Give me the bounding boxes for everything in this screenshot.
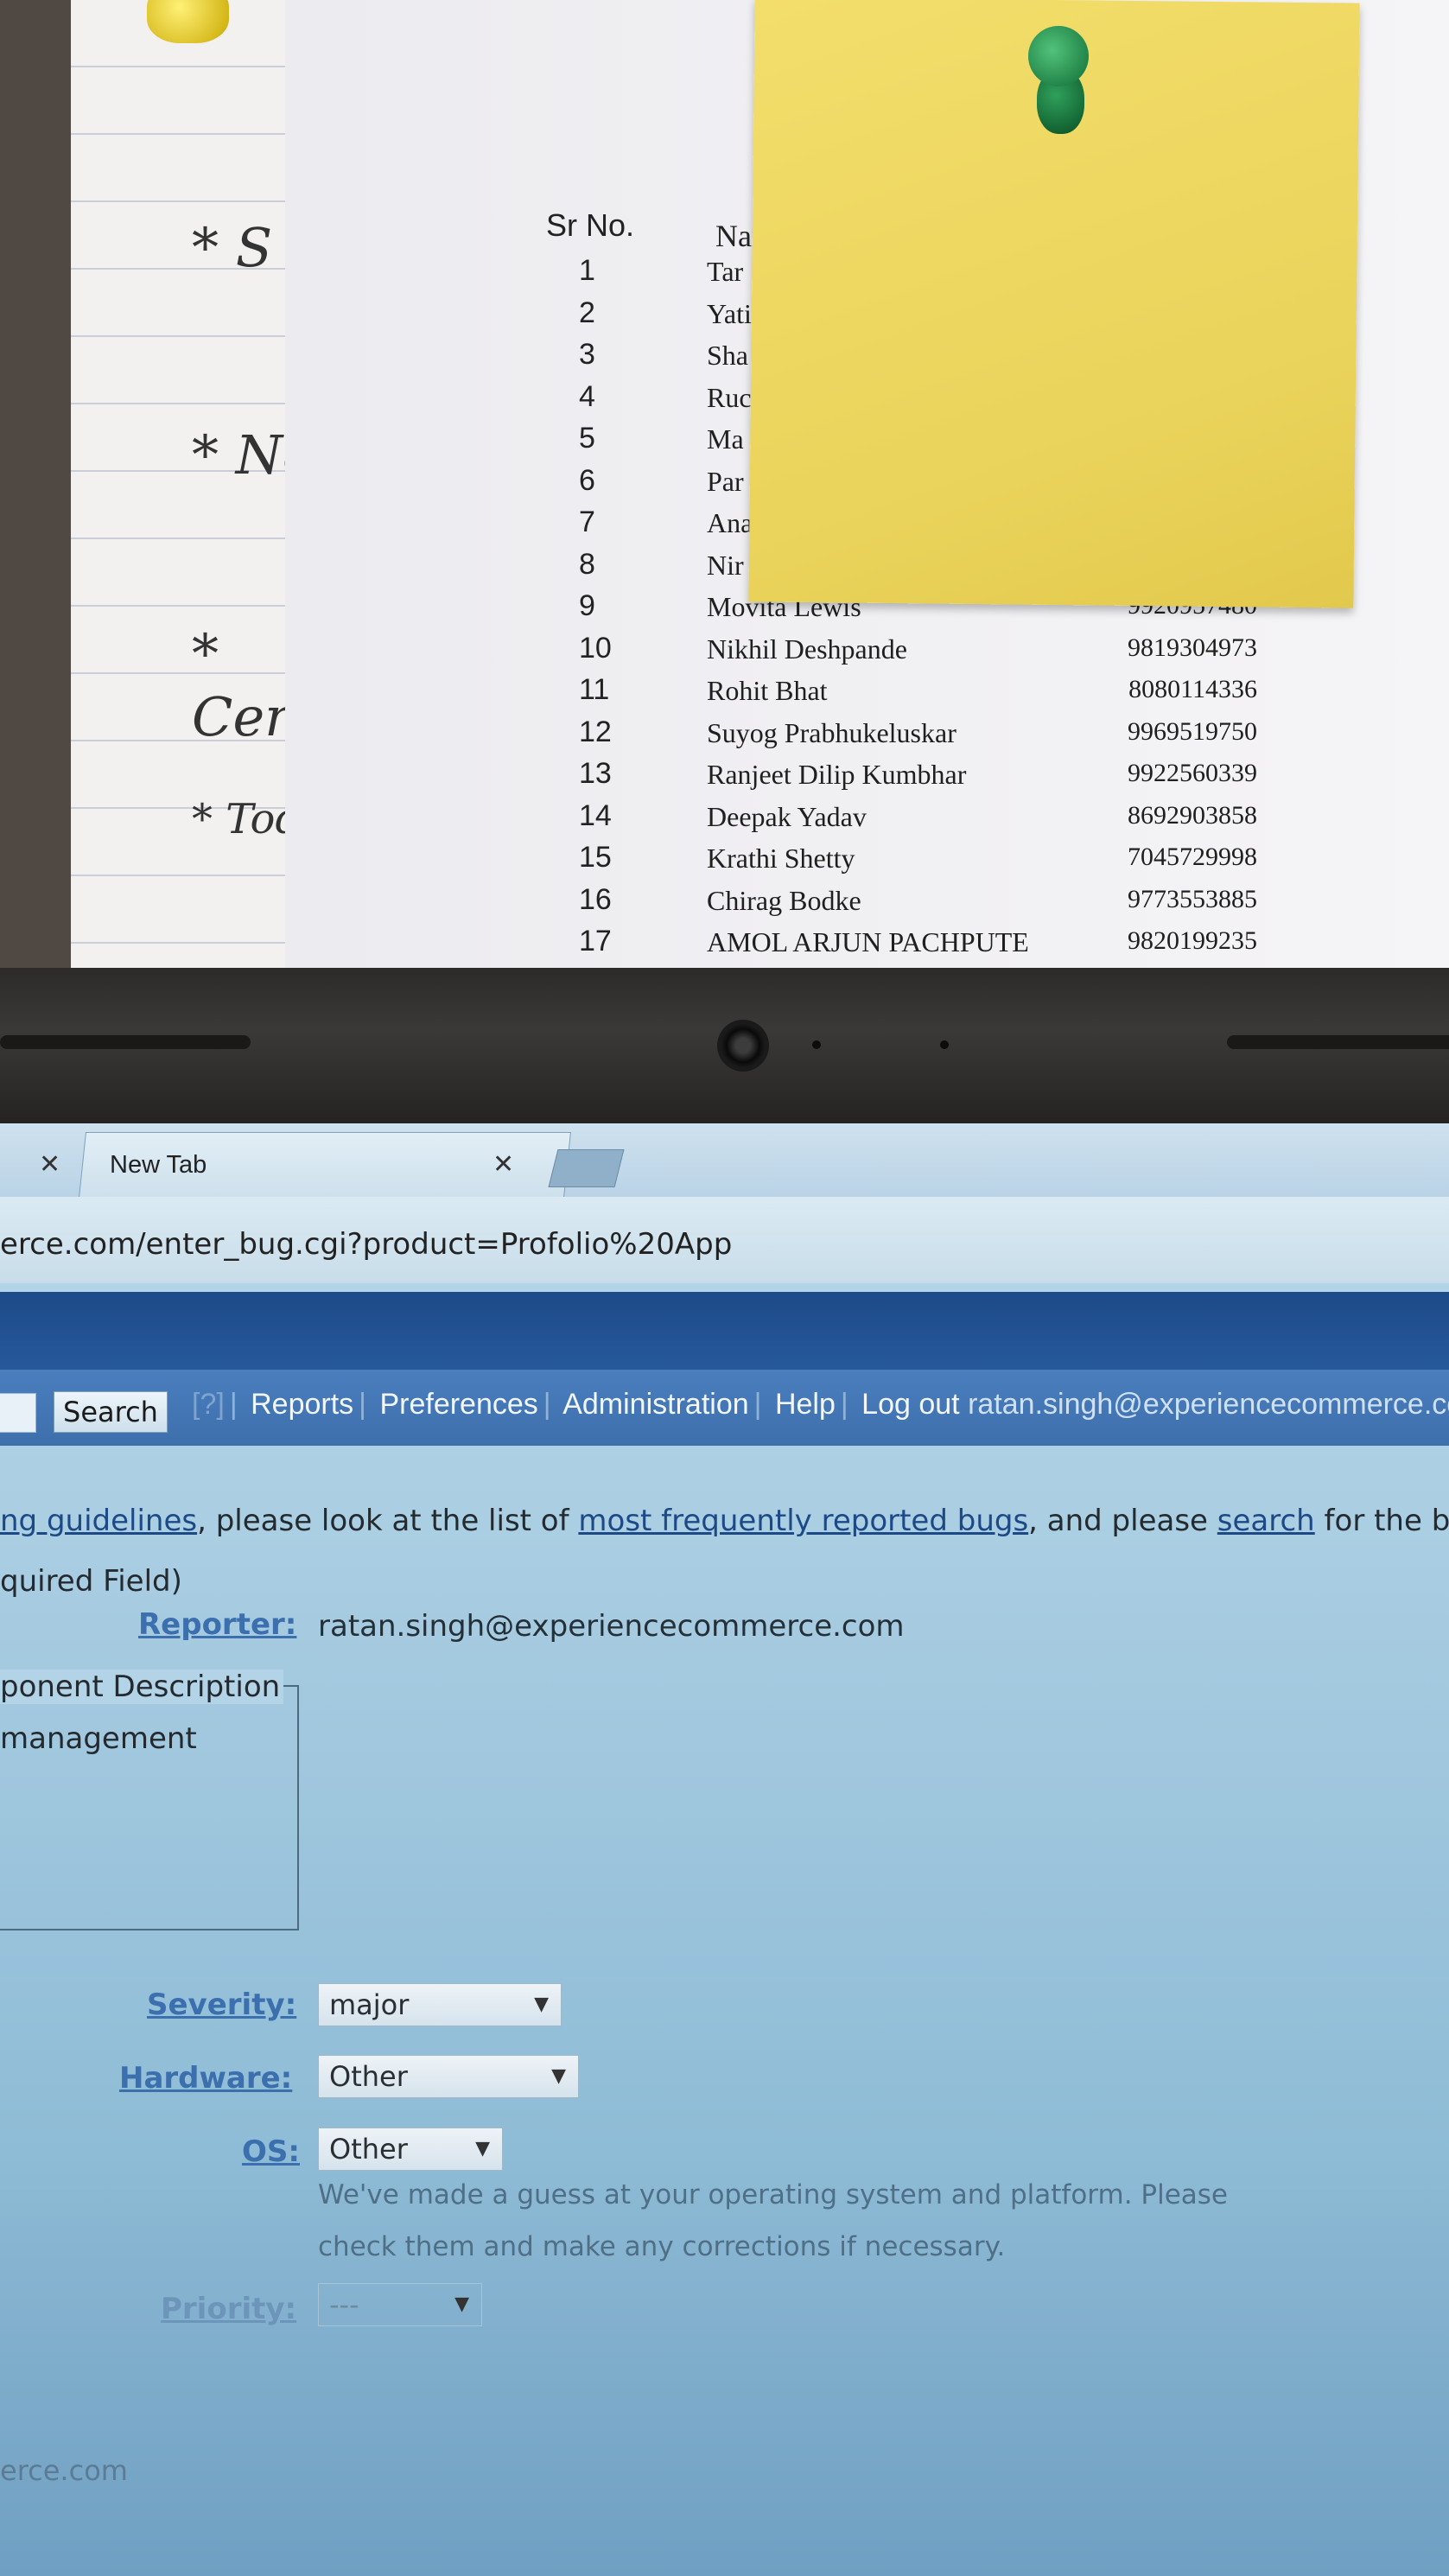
webcam-icon bbox=[717, 1020, 769, 1072]
hardware-label[interactable]: Hardware: bbox=[119, 2061, 292, 2096]
priority-label[interactable]: Priority: bbox=[161, 2292, 296, 2326]
tab-title: New Tab bbox=[110, 1151, 207, 1179]
sr-number-cell: 4 bbox=[579, 379, 595, 413]
severity-select[interactable]: major ▼ bbox=[318, 1983, 562, 2026]
green-pushpin-top bbox=[1028, 26, 1089, 86]
os-label[interactable]: OS: bbox=[242, 2134, 300, 2169]
new-tab-button[interactable] bbox=[548, 1149, 625, 1187]
phone-cell: 9969519750 bbox=[1128, 716, 1257, 746]
dropdown-arrow-icon: ▼ bbox=[534, 1994, 549, 2015]
component-description-text: management bbox=[0, 1721, 197, 1756]
component-description-legend: ponent Description bbox=[0, 1670, 284, 1704]
sr-number-cell: 16 bbox=[579, 882, 612, 916]
nav-administration[interactable]: Administration bbox=[562, 1388, 748, 1421]
close-tab-icon[interactable]: ✕ bbox=[493, 1149, 514, 1180]
name-cell: Deepak Yadav bbox=[707, 800, 867, 832]
camera-led-dot bbox=[940, 1040, 949, 1049]
phone-cell: 9922560339 bbox=[1128, 759, 1257, 787]
hardware-select[interactable]: Other ▼ bbox=[318, 2055, 579, 2098]
sr-number-cell: 9 bbox=[579, 589, 595, 622]
nav-reports[interactable]: Reports bbox=[251, 1388, 353, 1421]
nav-help-question[interactable]: [?] bbox=[192, 1388, 225, 1421]
yellow-pushpin-icon bbox=[147, 0, 229, 43]
sr-number-cell: 17 bbox=[579, 925, 612, 957]
phone-cell: 7045729998 bbox=[1128, 843, 1257, 871]
sr-number-cell: 11 bbox=[579, 673, 610, 706]
sr-number-cell: 14 bbox=[579, 798, 612, 832]
sr-number-cell: 2 bbox=[579, 296, 595, 329]
phone-cell: 9820199235 bbox=[1128, 926, 1257, 955]
notebook-note: * S bbox=[192, 216, 273, 279]
bugzilla-header-banner bbox=[0, 1292, 1449, 1370]
sr-number-cell: 8 bbox=[579, 547, 595, 581]
dropdown-arrow-icon: ▼ bbox=[551, 2065, 566, 2087]
required-field-note: quired Field) bbox=[0, 1564, 182, 1599]
nav-help[interactable]: Help bbox=[775, 1388, 836, 1421]
intro-text: ng guidelines, please look at the list o… bbox=[0, 1504, 1449, 1538]
dropdown-arrow-icon: ▼ bbox=[475, 2138, 490, 2159]
close-tab-icon[interactable]: ✕ bbox=[39, 1149, 60, 1180]
os-guess-note: We've made a guess at your operating sys… bbox=[318, 2179, 1229, 2262]
frequent-bugs-link[interactable]: most frequently reported bugs bbox=[578, 1504, 1028, 1538]
name-cell: Nikhil Deshpande bbox=[707, 633, 907, 665]
bezel-slot-left bbox=[0, 1035, 251, 1049]
nav-user-email: ratan.singh@experiencecommerce.co bbox=[968, 1388, 1449, 1421]
dropdown-arrow-icon: ▼ bbox=[454, 2293, 469, 2315]
sr-number-cell: 3 bbox=[579, 338, 595, 371]
laptop-screen: ✕ New Tab ✕ erce.com/enter_bug.cgi?produ… bbox=[0, 1123, 1449, 2576]
search-button[interactable]: Search bbox=[54, 1391, 168, 1433]
desk-scene: * S * Ne * Cen * Tod Sr No. Nar 12345678… bbox=[0, 0, 1449, 1123]
sr-number-cell: 10 bbox=[579, 631, 612, 665]
sr-no-header: Sr No. bbox=[546, 207, 635, 243]
nav-preferences[interactable]: Preferences bbox=[379, 1388, 537, 1421]
url-text[interactable]: erce.com/enter_bug.cgi?product=Profolio%… bbox=[0, 1227, 732, 1262]
sr-number-column: 123456789101112131415161718 bbox=[579, 254, 612, 1008]
search-link[interactable]: search bbox=[1217, 1504, 1315, 1538]
phone-cell: 8080114336 bbox=[1128, 675, 1257, 703]
sr-number-cell: 6 bbox=[579, 463, 595, 497]
nav-links: [?] | Reports | Preferences | Administratio… bbox=[192, 1388, 1449, 1422]
guidelines-link[interactable]: ng guidelines bbox=[0, 1504, 197, 1538]
nav-logout[interactable]: Log out bbox=[861, 1388, 959, 1421]
bezel-slot-right bbox=[1227, 1035, 1449, 1049]
camera-sensor-dot bbox=[812, 1040, 821, 1049]
name-cell: Krathi Shetty bbox=[707, 843, 855, 874]
phone-cell: 8692903858 bbox=[1128, 800, 1257, 830]
name-cell: AMOL ARJUN PACHPUTE bbox=[707, 926, 1029, 957]
reporter-value: ratan.singh@experiencecommerce.com bbox=[318, 1609, 905, 1644]
phone-cell: 9819304973 bbox=[1128, 633, 1257, 662]
sr-number-cell: 1 bbox=[579, 254, 595, 287]
sr-number-cell: 13 bbox=[579, 757, 612, 790]
sr-number-cell: 12 bbox=[579, 715, 612, 748]
quick-search-input[interactable] bbox=[0, 1393, 36, 1433]
sr-number-cell: 7 bbox=[579, 506, 595, 538]
name-cell: Ranjeet Dilip Kumbhar bbox=[707, 759, 967, 790]
severity-label[interactable]: Severity: bbox=[147, 1988, 296, 2022]
footer-domain: erce.com bbox=[0, 2454, 128, 2487]
sr-number-cell: 5 bbox=[579, 422, 595, 455]
name-cell: Chirag Bodke bbox=[707, 884, 861, 916]
reporter-label[interactable]: Reporter: bbox=[138, 1607, 296, 1642]
name-cell: Suyog Prabhukeluskar bbox=[707, 716, 956, 748]
name-cell: Rohit Bhat bbox=[707, 675, 828, 706]
priority-select[interactable]: --- ▼ bbox=[318, 2283, 482, 2326]
sr-number-cell: 15 bbox=[579, 841, 612, 874]
phone-cell: 9773553885 bbox=[1128, 884, 1257, 913]
os-select[interactable]: Other ▼ bbox=[318, 2128, 503, 2171]
